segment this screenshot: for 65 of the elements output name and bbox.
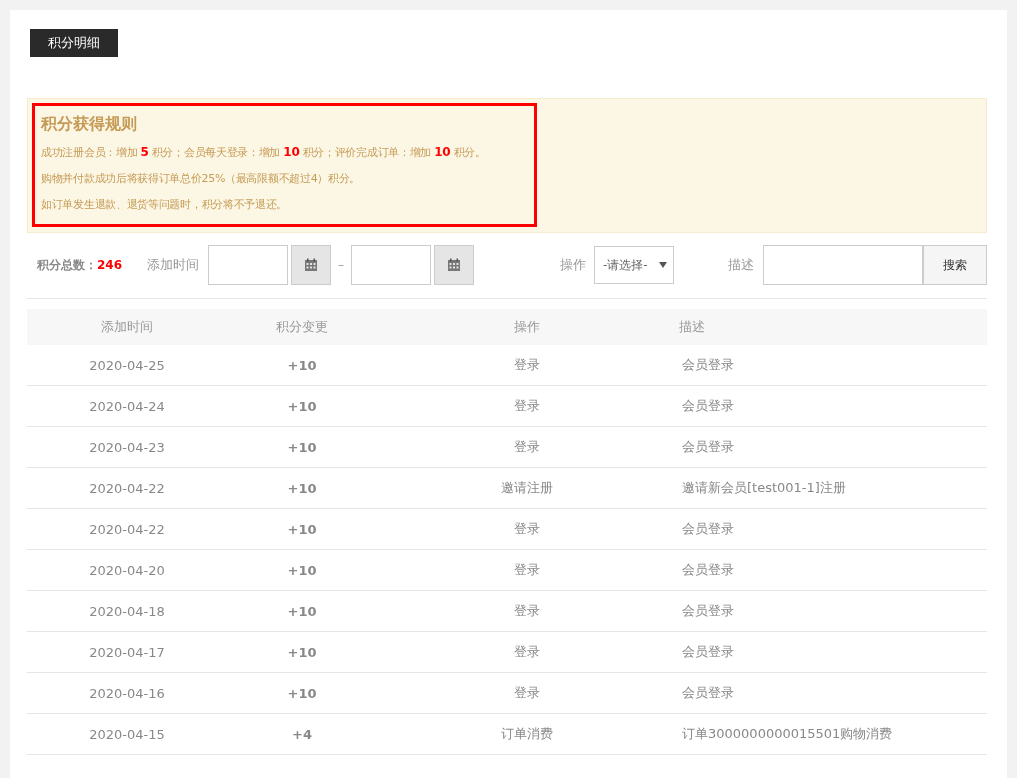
- calendar-icon: [447, 258, 462, 272]
- date-cell-text: 2020-04-18: [88, 603, 166, 619]
- date-cell-text: 2020-04-24: [88, 398, 166, 414]
- date-cell-text: 2020-04-16: [88, 685, 166, 701]
- total-label: 积分总数：: [37, 256, 97, 274]
- search-button[interactable]: 搜索: [923, 245, 987, 285]
- date-cell-text: 2020-04-25: [88, 357, 166, 373]
- total-value: 246: [97, 258, 123, 272]
- description-cell-text: 邀请新会员[test001-1]注册: [681, 479, 847, 497]
- points-change-cell-text: +10: [286, 685, 318, 701]
- points-change-cell-text: +10: [286, 398, 318, 414]
- column-header: 描述: [678, 318, 706, 336]
- points-change-cell-text: +10: [286, 644, 318, 660]
- description-label: 描述: [728, 256, 754, 274]
- range-separator: –: [338, 258, 345, 272]
- dropdown-caret-icon: [659, 262, 667, 268]
- operation-cell-text: 登录: [513, 397, 541, 415]
- start-date-field[interactable]: [208, 245, 289, 285]
- end-date-field[interactable]: [351, 245, 432, 285]
- operation-cell-text: 登录: [513, 356, 541, 374]
- operation-cell-text: 登录: [513, 520, 541, 538]
- description-cell-text: 会员登录: [681, 602, 735, 620]
- points-change-cell-text: +4: [291, 726, 313, 742]
- description-cell-text: 会员登录: [681, 561, 735, 579]
- description-cell-text: 会员登录: [681, 356, 735, 374]
- points-change-cell-text: +10: [286, 357, 318, 373]
- operation-label: 操作: [560, 256, 587, 274]
- date-cell-text: 2020-04-22: [88, 480, 166, 496]
- rule-text: 购物并付款成功后将获得订单总价25%（最高限额不超过4）积分。: [41, 171, 362, 187]
- description-cell-text: 会员登录: [681, 520, 735, 538]
- operation-cell-text: 登录: [513, 561, 541, 579]
- points-change-cell-text: +10: [286, 562, 318, 578]
- column-header: 积分变更: [275, 318, 329, 336]
- points-change-cell-text: +10: [286, 439, 318, 455]
- operation-cell-text: 订单消费: [500, 725, 554, 743]
- operation-cell-text: 登录: [513, 602, 541, 620]
- date-cell-text: 2020-04-15: [88, 726, 166, 742]
- date-cell-text: 2020-04-23: [88, 439, 166, 455]
- section-tab[interactable]: 积分明细: [30, 29, 118, 57]
- calendar-button[interactable]: [291, 245, 332, 285]
- date-cell-text: 2020-04-17: [88, 644, 166, 660]
- rules-title: 积分获得规则: [41, 114, 138, 135]
- points-change-cell-text: +10: [286, 521, 318, 537]
- date-cell-text: 2020-04-22: [88, 521, 166, 537]
- operation-cell-text: 邀请注册: [500, 479, 554, 497]
- operation-cell-text: 登录: [513, 643, 541, 661]
- description-cell-text: 会员登录: [681, 643, 735, 661]
- description-cell-text: 会员登录: [681, 684, 735, 702]
- operation-cell-text: 登录: [513, 438, 541, 456]
- rule-text: 如订单发生退款、退货等问题时，积分将不予退还。: [41, 197, 289, 213]
- operation-cell-text: 登录: [513, 684, 541, 702]
- points-change-cell-text: +10: [286, 480, 318, 496]
- description-cell-text: 会员登录: [681, 397, 735, 415]
- time-label: 添加时间: [147, 256, 200, 274]
- points-change-cell-text: +10: [286, 603, 318, 619]
- description-cell-text: 订单3000000000015501购物消费: [681, 725, 894, 743]
- column-header: 添加时间: [100, 318, 154, 336]
- description-field[interactable]: [763, 245, 923, 285]
- date-cell-text: 2020-04-20: [88, 562, 166, 578]
- rule-text: 成功注册会员：增加 5 积分；会员每天登录：增加 10 积分；评价完成订单：增加 10 积分。: [41, 144, 487, 161]
- description-cell-text: 会员登录: [681, 438, 735, 456]
- operation-select[interactable]: -请选择-: [594, 246, 674, 284]
- calendar-icon: [304, 258, 319, 272]
- calendar-button[interactable]: [434, 245, 475, 285]
- column-header: 操作: [513, 318, 541, 336]
